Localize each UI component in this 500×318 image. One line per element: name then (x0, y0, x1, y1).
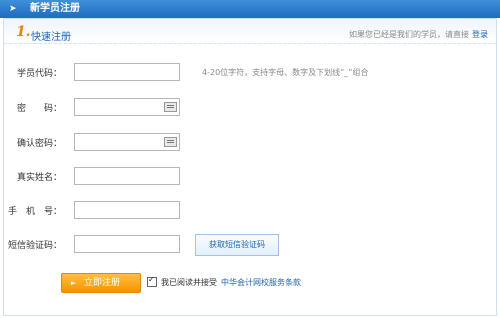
agree-checkbox[interactable] (147, 275, 157, 287)
keyboard-icon[interactable] (164, 102, 177, 112)
real-name-label: 真实姓名： (16, 173, 62, 183)
register-button[interactable]: ► 立即注册 (61, 273, 141, 293)
keyboard-icon[interactable] (164, 137, 177, 147)
confirm-password-row: 确认密码： (0, 133, 480, 151)
login-link[interactable]: 登录 (472, 30, 488, 39)
chevron-right-icon: ➤ (9, 4, 17, 14)
terms-link[interactable]: 中华会计网校服务条款 (221, 278, 301, 287)
step-number: 1. (16, 24, 31, 40)
confirm-password-input[interactable] (74, 133, 180, 151)
login-hint: 如果您已经是我们的学员，请直接 登录 (349, 29, 488, 40)
student-code-input[interactable] (74, 63, 180, 81)
student-code-tip: 4-20位字符，支持字母、数字及下划线“_”组合 (202, 68, 369, 77)
student-code-label: 学员代码： (16, 69, 62, 79)
sms-code-input[interactable] (74, 235, 180, 253)
real-name-input[interactable] (74, 167, 180, 185)
register-button-label: 立即注册 (84, 278, 121, 288)
sms-code-label: 短信验证码： (7, 241, 62, 251)
section-title: 快速注册 (31, 32, 71, 43)
play-icon: ► (71, 279, 77, 287)
get-sms-code-button[interactable]: 获取短信验证码 (195, 234, 279, 256)
agreement: 我已阅读并接受中华会计网校服务条款 (147, 275, 301, 288)
confirm-password-label: 确认密码： (16, 139, 62, 149)
phone-row: 手 机 号： (0, 201, 480, 219)
page-header: ➤ 新学员注册 (0, 0, 500, 18)
real-name-row: 真实姓名： (0, 167, 480, 185)
agree-text: 我已阅读并接受 (161, 278, 217, 287)
password-input[interactable] (74, 98, 180, 116)
page-title: 新学员注册 (30, 3, 80, 14)
password-row: 密 码： (0, 98, 480, 116)
password-label: 密 码： (16, 104, 62, 114)
phone-input[interactable] (74, 201, 180, 219)
phone-label: 手 机 号： (7, 207, 62, 217)
login-hint-text: 如果您已经是我们的学员，请直接 (349, 30, 469, 39)
